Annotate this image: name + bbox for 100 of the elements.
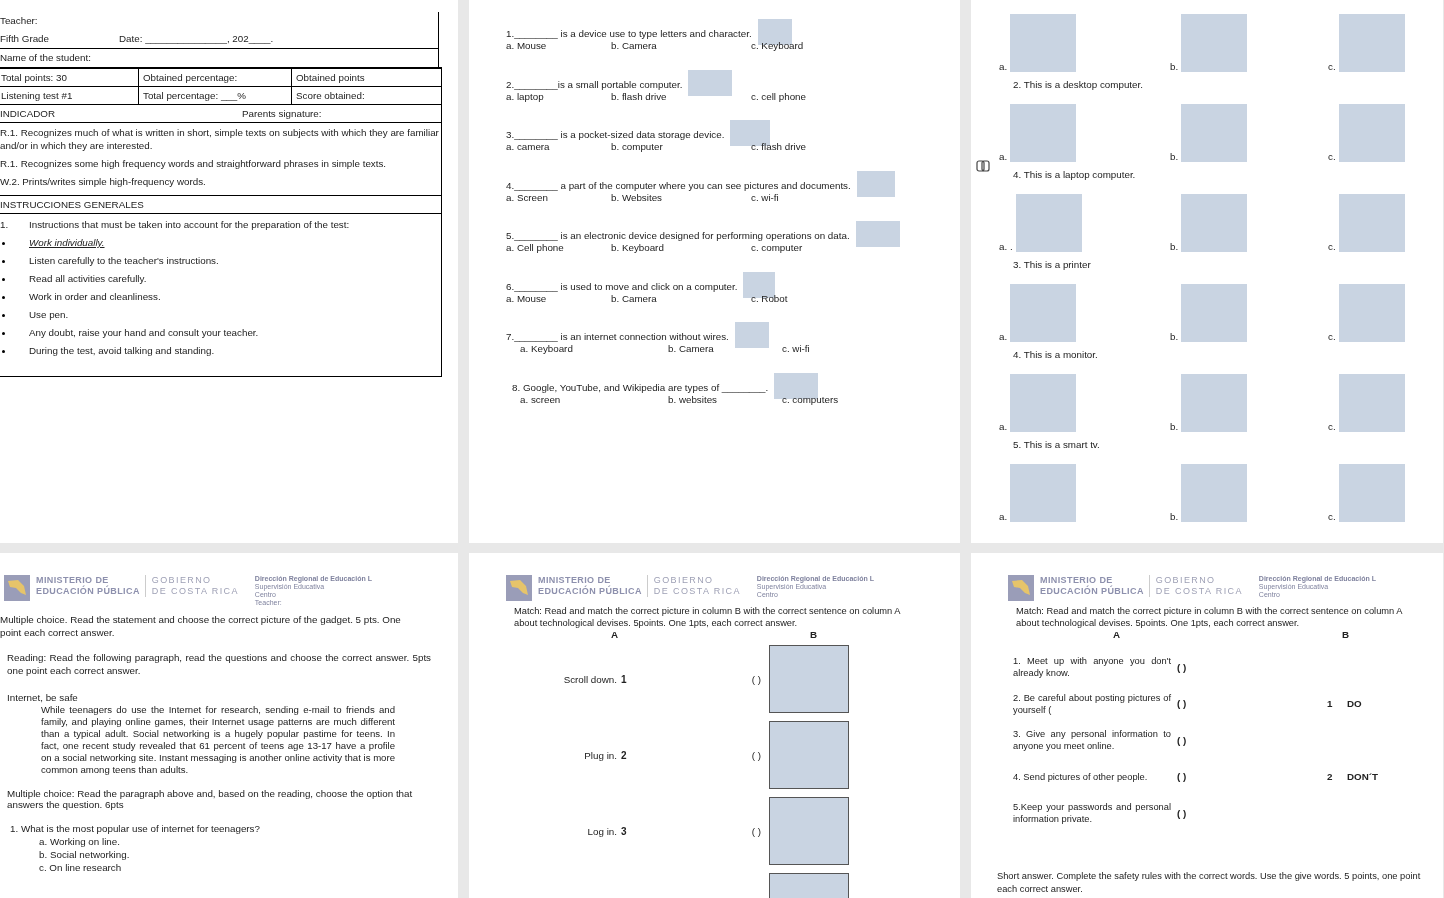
picture-placeholder bbox=[1010, 284, 1077, 342]
option-letter: b. bbox=[1170, 151, 1179, 162]
table-cell: Total points: 30 bbox=[0, 69, 139, 86]
indicator-text: W.2. Prints/writes simple high-frequency words. bbox=[0, 175, 207, 188]
option-letter: b. bbox=[1170, 421, 1179, 432]
picture-placeholder bbox=[774, 372, 819, 399]
ministry-name: EDUCACIÓN PÚBLICA bbox=[538, 586, 642, 597]
question-text: 2. This is a desktop computer. bbox=[1012, 78, 1144, 92]
picture-placeholder bbox=[1010, 14, 1077, 72]
option-letter: b. bbox=[1170, 511, 1179, 522]
answer-blank: ( ) bbox=[1177, 661, 1188, 673]
option-letter: a. bbox=[999, 151, 1008, 162]
column-heading: A bbox=[611, 629, 619, 641]
answer-option: b. websites bbox=[668, 392, 782, 407]
answer-blank: ( ) bbox=[1177, 734, 1188, 746]
sentence-text: Log in. bbox=[586, 825, 618, 837]
picture-placeholder bbox=[1338, 194, 1405, 252]
picture-placeholder bbox=[1010, 104, 1077, 162]
instruction-text: Match: Read and match the correct picture in column B with the correct sentence on column A about technological devises. 5points. One 1pts, each correct answer. bbox=[513, 605, 902, 629]
option-word: DON´T bbox=[1347, 771, 1379, 783]
column-heading: B bbox=[810, 629, 818, 641]
answer-option: a. Screen bbox=[506, 190, 611, 205]
question-text: 4.________ a part of the computer where you can see pictures and documents. bbox=[506, 179, 851, 191]
picture-placeholder bbox=[1338, 14, 1405, 72]
bullet-icon bbox=[2, 331, 5, 335]
answer-option: b. Camera bbox=[611, 291, 751, 306]
question-text: 2.________is a small portable computer. bbox=[506, 78, 683, 90]
rule-text: During the test, avoid talking and standing. bbox=[29, 344, 215, 358]
question-text: 6.________ is used to move and click on a computer. bbox=[506, 280, 738, 292]
option-letter: c. bbox=[1328, 331, 1336, 342]
answer-option: c. On line research bbox=[0, 861, 458, 874]
ministry-name: MINISTERIO DE bbox=[1040, 575, 1114, 585]
option-letter: c. bbox=[1328, 511, 1336, 522]
option-letter: c. bbox=[1328, 151, 1336, 162]
picture-placeholder bbox=[1181, 194, 1248, 252]
option-number: 1 bbox=[1327, 698, 1334, 710]
question-text: 4. This is a monitor. bbox=[1012, 348, 1099, 362]
sentence-text: Plug in. bbox=[583, 749, 618, 761]
picture-placeholder bbox=[856, 170, 895, 197]
answer-option: b. computer bbox=[611, 140, 751, 154]
answer-option: a. laptop bbox=[506, 89, 611, 104]
instruction-text: Reading: Read the following paragraph, read the questions and choose the correct answer. 5pts one point each correct answer. bbox=[6, 651, 431, 677]
government-name: GOBIERNO bbox=[151, 575, 213, 586]
form-label: Date: _______________, 202____. bbox=[119, 32, 274, 46]
answer-option: b. Keyboard bbox=[611, 241, 751, 255]
option-letter: a. . bbox=[999, 241, 1013, 252]
question-text: 1. What is the most popular use of internet for teenagers? bbox=[9, 822, 261, 835]
picture-placeholder bbox=[1181, 284, 1248, 342]
bullet-icon bbox=[2, 295, 5, 299]
question-text: 5.________ is an electronic device designed for performing operations on data. bbox=[506, 230, 850, 241]
bullet-icon bbox=[2, 259, 5, 263]
rule-text: Any doubt, raise your hand and consult your teacher. bbox=[29, 326, 259, 340]
item-number: 2 bbox=[621, 749, 628, 761]
answer-option: c. Robot bbox=[751, 291, 960, 306]
answer-option: a. Mouse bbox=[506, 39, 611, 53]
item-number: 3 bbox=[621, 825, 628, 837]
emblem-icon bbox=[4, 575, 30, 601]
item-number: 1 bbox=[621, 673, 628, 685]
answer-option: a. Working on line. bbox=[0, 835, 458, 848]
sentence-text: 1. Meet up with anyone you don't already know. bbox=[1013, 655, 1171, 680]
answer-option: b. flash drive bbox=[611, 89, 751, 104]
form-label: Parents signature: bbox=[242, 107, 322, 121]
question-text: 4. This is a laptop computer. bbox=[1012, 168, 1137, 182]
picture-placeholder bbox=[1181, 374, 1248, 432]
sentence-text: Scroll down. bbox=[562, 673, 618, 685]
answer-blank: ( ) bbox=[750, 673, 762, 685]
government-name: GOBIERNO bbox=[653, 575, 715, 586]
bullet-icon bbox=[2, 277, 5, 281]
answer-option: b. Camera bbox=[611, 39, 751, 53]
reading-title: Internet, be safe bbox=[6, 691, 79, 704]
ministry-name: EDUCACIÓN PÚBLICA bbox=[1040, 586, 1144, 597]
question-text: 5. This is a smart tv. bbox=[1012, 438, 1101, 452]
answer-option: c. cell phone bbox=[751, 89, 960, 104]
picture-placeholder bbox=[1338, 464, 1405, 522]
question-text: 3.________ is a pocket-sized data storage device. bbox=[506, 129, 725, 140]
picture-placeholder bbox=[1181, 14, 1248, 72]
instruction-text: Match: Read and match the correct picture in column B with the correct sentence on column A about technological devises. 5points. One 1pts, each correct answer. bbox=[1015, 605, 1404, 629]
sentence-text: 4. Send pictures of other people. bbox=[1013, 770, 1149, 783]
rule-text: Work individually. bbox=[29, 236, 105, 250]
government-name: DE COSTA RICA bbox=[653, 586, 741, 597]
option-letter: b. bbox=[1170, 61, 1179, 72]
option-letter: c. bbox=[1328, 61, 1336, 72]
answer-blank: ( ) bbox=[750, 749, 762, 761]
option-word: DO bbox=[1347, 698, 1362, 710]
ministry-name: MINISTERIO DE bbox=[36, 575, 110, 585]
table-cell-text: Score obtained: bbox=[295, 89, 366, 103]
floating-widget-icon[interactable] bbox=[975, 158, 991, 174]
sentence-text: 2. Be careful about posting pictures of yourself ( bbox=[1013, 691, 1171, 716]
picture-placeholder bbox=[855, 221, 900, 247]
answer-blank: ( ) bbox=[1177, 807, 1188, 819]
bullet-icon bbox=[2, 349, 5, 353]
table-cell: Listening test #1 bbox=[0, 87, 139, 104]
instruction-text: Short answer. Complete the safety rules with the correct words. Use the give words. 5 points, one point each correct answer. bbox=[996, 869, 1422, 896]
ministry-name: EDUCACIÓN PÚBLICA bbox=[36, 586, 140, 597]
bullet-icon bbox=[2, 313, 5, 317]
option-letter: b. bbox=[1170, 241, 1179, 252]
indicator-text: R.1. Recognizes much of what is written in short, simple texts on subjects with which they are familiar and/or in which they are interested. bbox=[0, 126, 440, 152]
picture-placeholder bbox=[1338, 284, 1405, 342]
reading-paragraph: While teenagers do use the Internet for research, sending e-mail to friends and family, and playing online games, their Internet usage patterns are much different than a typical adult. Social networking is a hugely popular pastime for teens. In fact, one recent study revealed that 61 percent of teens age 13-17 have a profile on a social networking site. Instant messaging is another online activity that is more common among teens than adults. bbox=[41, 704, 395, 776]
answer-option: a. Keyboard bbox=[520, 342, 668, 356]
